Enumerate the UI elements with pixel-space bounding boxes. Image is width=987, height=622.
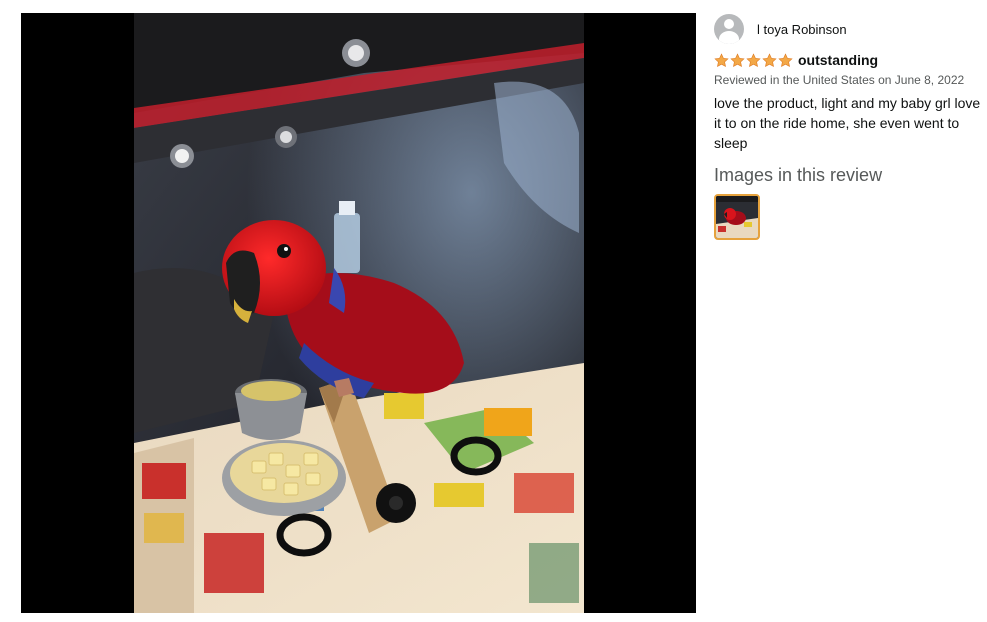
star-rating[interactable] — [714, 52, 794, 68]
avatar-head — [724, 19, 734, 29]
review-body: love the product, light and my baby grl … — [714, 95, 981, 151]
avatar-shoulders — [719, 31, 739, 44]
star-icon — [730, 52, 745, 67]
star-icon — [714, 52, 729, 67]
images-heading: Images in this review — [714, 165, 883, 185]
thumbnail-image — [716, 196, 758, 238]
review-panel: l toya Robinson outstanding Reviewed in … — [714, 14, 982, 240]
star-icon — [746, 52, 761, 67]
reviewer-profile[interactable]: l toya Robinson — [714, 14, 982, 44]
review-rating-row: outstanding — [714, 51, 982, 69]
review-title: outstanding — [798, 52, 879, 68]
default-avatar-icon — [714, 14, 744, 44]
image-viewer — [21, 13, 696, 613]
review-date: Reviewed in the United States on June 8,… — [714, 73, 965, 87]
reviewer-name[interactable]: l toya Robinson — [757, 22, 847, 37]
review-image-thumbnail[interactable] — [714, 194, 760, 240]
review-photo[interactable] — [134, 13, 584, 613]
star-icon — [762, 52, 777, 67]
star-icon — [778, 52, 793, 67]
review-image-popover: l toya Robinson outstanding Reviewed in … — [0, 0, 987, 622]
